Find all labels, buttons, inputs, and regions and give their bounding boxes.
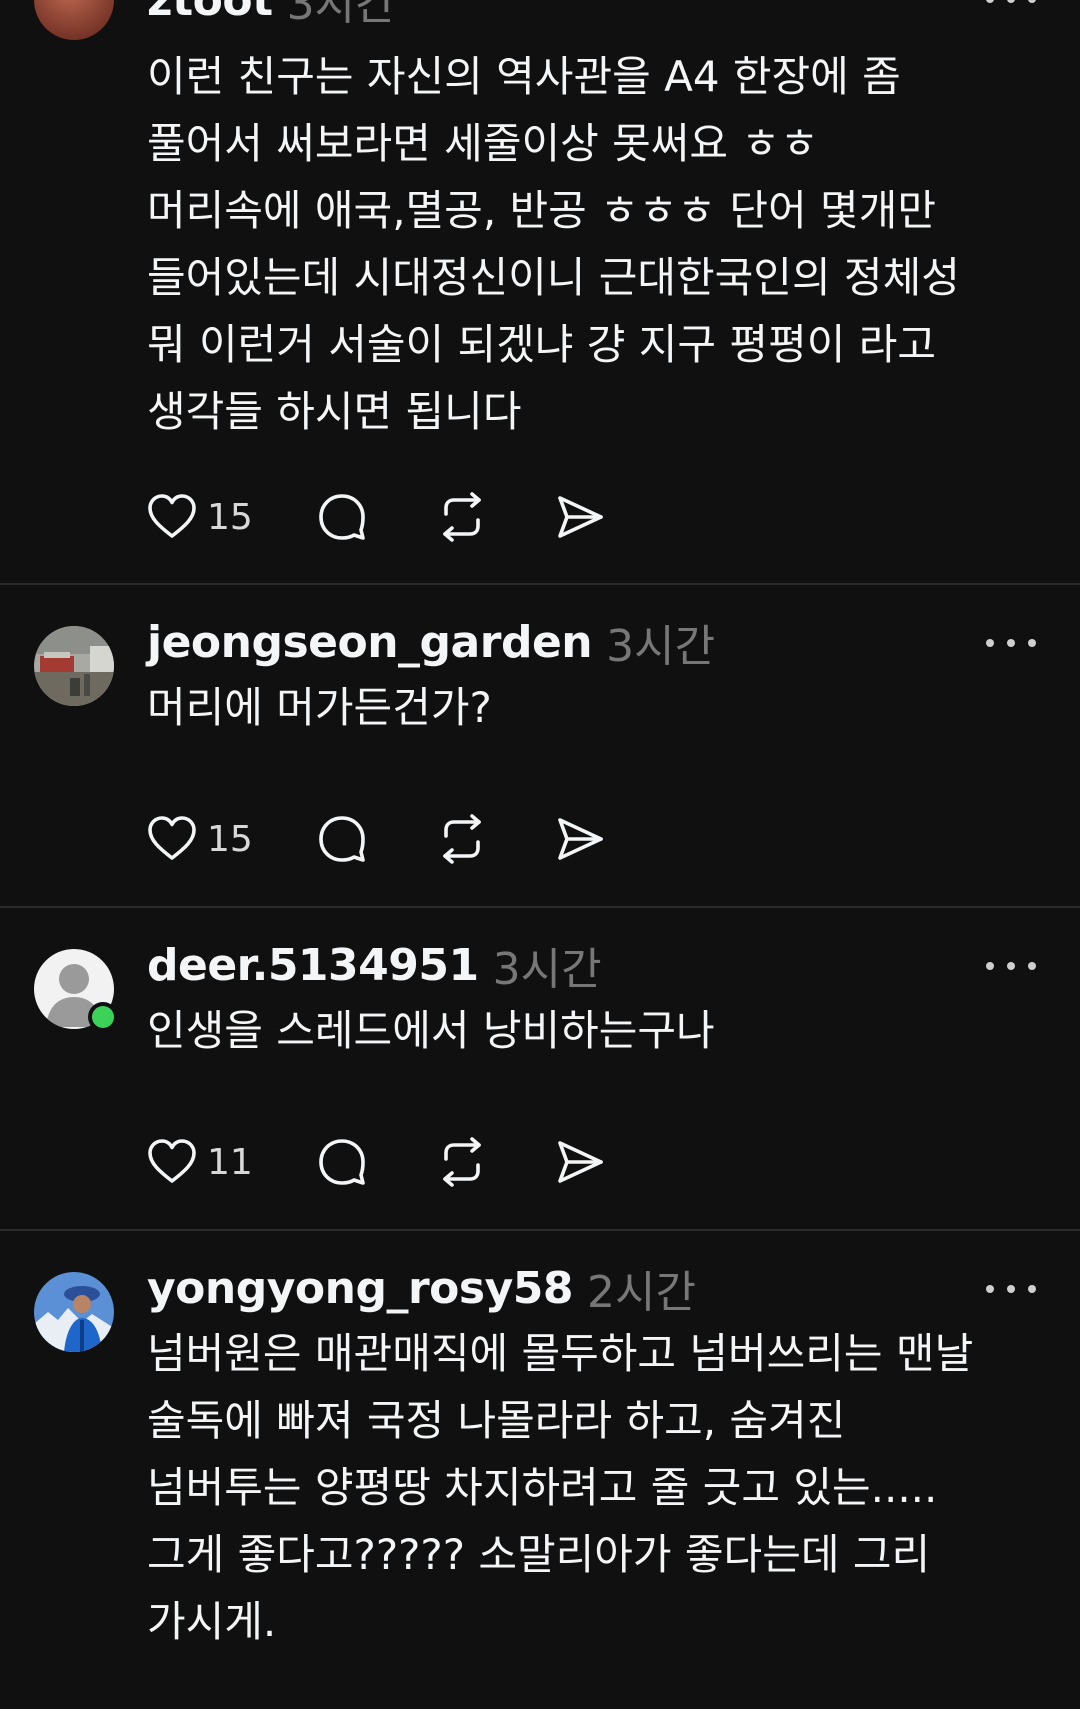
text-line: 이런 친구는 자신의 역사관을 A4 한장에 좀 bbox=[147, 52, 901, 101]
post-time: 3시간 bbox=[492, 944, 602, 995]
avatar[interactable] bbox=[34, 0, 114, 40]
repost-icon bbox=[443, 492, 481, 542]
post-header: jeongseon_garden 3시간 bbox=[147, 610, 715, 674]
post-header: deer.5134951 3시간 bbox=[147, 933, 602, 997]
post-time: 2시간 bbox=[587, 1267, 696, 1318]
text-line: 넘버원은 매관매직에 몰두하고 넘버쓰리는 맨날 bbox=[147, 1329, 974, 1378]
comment-bubble-icon bbox=[319, 494, 365, 540]
repost-icon bbox=[443, 814, 481, 864]
post-header: ztoot 3시간 bbox=[147, 0, 396, 32]
text-line: 가시게. bbox=[147, 1597, 277, 1646]
repost-button[interactable] bbox=[437, 1132, 487, 1192]
reply-button[interactable] bbox=[317, 1132, 367, 1192]
share-button[interactable] bbox=[555, 809, 605, 869]
send-icon bbox=[558, 1141, 603, 1183]
post-text: 이런 친구는 자신의 역사관을 A4 한장에 좀 풀어서 써보라면 세줄이상 못… bbox=[147, 43, 1047, 445]
heart-icon bbox=[148, 1139, 196, 1183]
share-button[interactable] bbox=[555, 1132, 605, 1192]
text-line: 들어있는데 시대정신이니 근대한국인의 정체성 bbox=[147, 253, 960, 302]
avatar[interactable] bbox=[34, 1272, 114, 1352]
send-icon bbox=[558, 818, 603, 860]
post-text: 인생을 스레드에서 낭비하는구나 bbox=[147, 997, 1047, 1064]
more-dots-icon[interactable] bbox=[986, 0, 1036, 14]
repost-button[interactable] bbox=[437, 809, 487, 869]
post-text: 머리에 머가든건가? bbox=[147, 674, 1047, 741]
avatar[interactable] bbox=[34, 626, 114, 706]
reply-button[interactable] bbox=[317, 809, 367, 869]
username[interactable]: jeongseon_garden bbox=[147, 617, 593, 668]
post-header: yongyong_rosy58 2시간 bbox=[147, 1256, 696, 1320]
more-dots-icon[interactable] bbox=[986, 1274, 1036, 1304]
text-line: 인생을 스레드에서 낭비하는구나 bbox=[147, 1006, 715, 1055]
text-line: 생각들 하시면 됩니다 bbox=[147, 387, 522, 436]
like-button[interactable]: 15 bbox=[147, 809, 253, 869]
reply-button[interactable] bbox=[317, 487, 367, 547]
repost-button[interactable] bbox=[437, 487, 487, 547]
post-time: 3시간 bbox=[286, 0, 396, 30]
repost-icon bbox=[443, 1137, 481, 1187]
avatar-image bbox=[34, 626, 114, 706]
heart-icon bbox=[148, 816, 196, 860]
online-status-icon bbox=[88, 1002, 118, 1032]
threads-reply-feed: ztoot 3시간 이런 친구는 자신의 역사관을 A4 한장에 좀 풀어서 써… bbox=[0, 0, 1080, 1709]
send-icon bbox=[558, 496, 603, 538]
text-line: 그게 좋다고????? 소말리아가 좋다는데 그리 bbox=[147, 1530, 931, 1579]
post-time: 3시간 bbox=[606, 621, 716, 672]
like-count: 15 bbox=[207, 496, 253, 538]
username[interactable]: yongyong_rosy58 bbox=[147, 1263, 574, 1314]
heart-icon bbox=[148, 494, 196, 538]
text-line: 뭐 이런거 서술이 되겠냐 걍 지구 평평이 라고 bbox=[147, 320, 936, 369]
like-count: 15 bbox=[207, 818, 253, 860]
avatar[interactable] bbox=[34, 949, 118, 1032]
comment-bubble-icon bbox=[319, 816, 365, 862]
comment-bubble-icon bbox=[319, 1139, 365, 1185]
avatar-image bbox=[34, 1272, 114, 1352]
username[interactable]: ztoot bbox=[147, 0, 273, 26]
username[interactable]: deer.5134951 bbox=[147, 940, 479, 991]
more-dots-icon[interactable] bbox=[986, 628, 1036, 658]
action-bar: 15 bbox=[147, 809, 667, 869]
action-bar: 11 bbox=[147, 1132, 667, 1192]
text-line: 머리속에 애국,멸공, 반공 ㅎㅎㅎ 단어 몇개만 bbox=[147, 186, 936, 235]
text-line: 머리에 머가든건가? bbox=[147, 683, 492, 732]
like-button[interactable]: 15 bbox=[147, 487, 253, 547]
divider bbox=[0, 583, 1080, 585]
text-line: 술독에 빠져 국정 나몰라라 하고, 숨겨진 bbox=[147, 1396, 846, 1445]
text-line: 풀어서 써보라면 세줄이상 못써요 ㅎㅎ bbox=[147, 119, 819, 168]
like-count: 11 bbox=[207, 1141, 253, 1183]
divider bbox=[0, 906, 1080, 908]
action-bar: 15 bbox=[147, 487, 667, 547]
like-button[interactable]: 11 bbox=[147, 1132, 253, 1192]
avatar-image bbox=[34, 0, 114, 40]
divider bbox=[0, 1229, 1080, 1231]
share-button[interactable] bbox=[555, 487, 605, 547]
text-line: 넘버투는 양평땅 차지하려고 줄 긋고 있는..... bbox=[147, 1463, 938, 1512]
post-text: 넘버원은 매관매직에 몰두하고 넘버쓰리는 맨날 술독에 빠져 국정 나몰라라 … bbox=[147, 1320, 1047, 1655]
more-dots-icon[interactable] bbox=[986, 951, 1036, 981]
